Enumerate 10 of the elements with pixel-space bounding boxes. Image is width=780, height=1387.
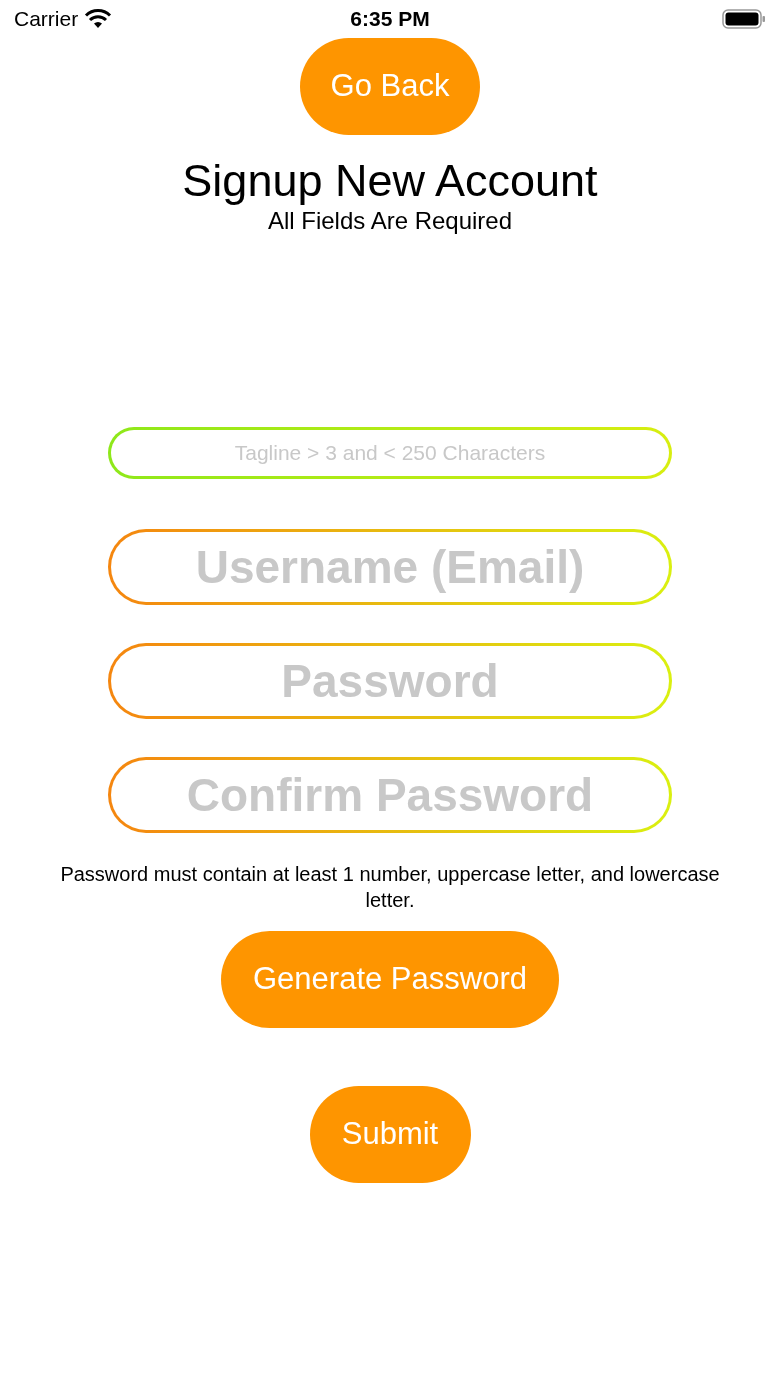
submit-button[interactable]: Submit	[309, 1086, 471, 1183]
go-back-button[interactable]: Go Back	[300, 38, 480, 135]
page-subtitle: All Fields Are Required	[267, 207, 513, 235]
wifi-icon	[84, 9, 113, 29]
password-hint: Password must contain at least 1 number, uppercase letter, and lowercase letter.	[60, 862, 720, 913]
battery-icon	[722, 9, 766, 29]
page-title: Signup New Account	[182, 155, 598, 207]
generate-password-button[interactable]: Generate Password	[221, 931, 559, 1028]
carrier-label: Carrier	[14, 6, 79, 33]
status-time: 6:35 PM	[350, 6, 430, 33]
